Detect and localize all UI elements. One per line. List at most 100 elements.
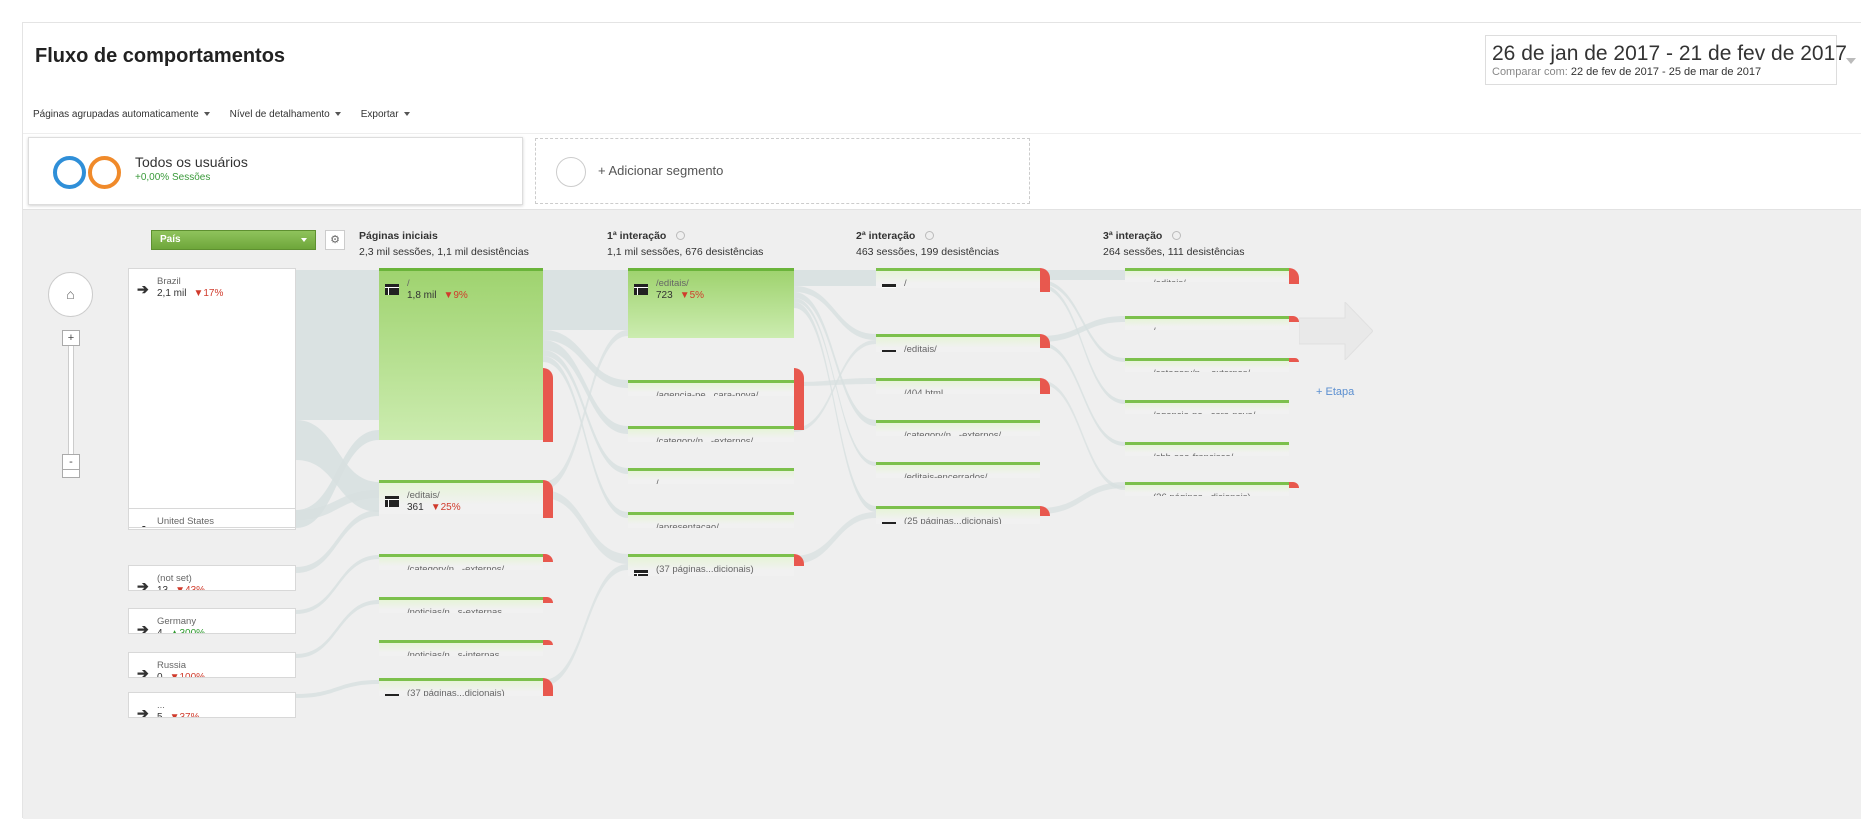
info-icon[interactable]	[1172, 231, 1182, 240]
chevron-down-icon[interactable]	[1846, 58, 1856, 64]
page-node[interactable]: (37 páginas...dicionais)250▼25%	[628, 554, 794, 576]
page-icon	[634, 570, 648, 576]
chevron-down-icon	[203, 112, 210, 116]
page-title: Fluxo de comportamentos	[35, 45, 286, 67]
node-name: /cbh-sao-francisco/	[1153, 452, 1233, 456]
node-name: /noticias/n...s-externas	[407, 607, 503, 613]
page-node[interactable]: /232▼13%	[876, 268, 1040, 288]
page-node[interactable]: /editais/98▼18%	[1125, 268, 1289, 282]
node-name: /agencia-pe...cara-nova/	[656, 390, 759, 396]
column-title: 3ª interação	[1103, 230, 1244, 242]
segment-ring-icon	[53, 156, 86, 189]
node-sessions: 1,8 mil	[407, 290, 437, 301]
info-icon[interactable]	[676, 231, 686, 240]
next-step-arrow-icon[interactable]	[1299, 302, 1373, 360]
page-node[interactable]: (25 páginas...dicionais)72▼41%	[876, 506, 1040, 524]
drop-off-icon[interactable]	[794, 368, 804, 430]
grouping-label: Páginas agrupadas automaticamente	[33, 108, 199, 120]
node-sessions: 723	[656, 290, 673, 301]
node-value: 1,8 mil ▼9%	[407, 290, 468, 301]
flow-link	[794, 512, 876, 564]
drop-off-icon[interactable]	[794, 380, 804, 384]
grouping-menu[interactable]: Páginas agrupadas automaticamente	[33, 103, 210, 125]
page-node[interactable]: /apresentacao/30▼38%	[628, 512, 794, 528]
source-node[interactable]: ➔ Germany 4 ▲300%	[128, 608, 296, 634]
source-node[interactable]: ➔... 5 ▼37%	[128, 692, 296, 718]
node-name: (37 páginas...dicionais)	[656, 564, 754, 575]
page-node[interactable]: /editais-encerrados/14▼30%	[876, 462, 1040, 478]
node-name: /	[656, 478, 659, 484]
source-node[interactable]: ➔ (not set) 13 ▼43%	[128, 565, 296, 591]
page-icon	[385, 284, 399, 295]
drop-off-icon[interactable]	[543, 640, 553, 645]
page-node[interactable]: /agencia-pe...cara-nova/51▲59%	[628, 380, 794, 396]
drop-off-icon[interactable]	[794, 426, 804, 430]
node-name: (not set)	[157, 573, 192, 584]
zoom-out-button[interactable]: -	[62, 454, 80, 470]
page-node[interactable]: /category/n...-externos/18▼28%	[1125, 358, 1289, 372]
page-node[interactable]: (37 páginas...dicionais)93▼45%	[379, 678, 543, 696]
column-title: Páginas iniciais	[359, 230, 438, 242]
detail-level-menu[interactable]: Nível de detalhamento	[230, 103, 341, 125]
page-node[interactable]: /category/n...-externos/15▲7%	[379, 554, 543, 570]
source-arrow-icon: ➔	[137, 578, 149, 591]
add-step-link[interactable]: + Etapa	[1316, 386, 1354, 398]
page-node[interactable]: /agencia-pe...cara-nova/14▲7%	[1125, 400, 1289, 414]
export-menu[interactable]: Exportar	[361, 103, 410, 125]
segment-name: Todos os usuários	[135, 154, 248, 170]
page-node[interactable]: /category/n...-externos/40	[876, 420, 1040, 436]
page-icon	[634, 284, 648, 295]
date-range-text: 26 de jan de 2017 - 21 de fev de 2017	[1492, 42, 1847, 65]
page-node[interactable]: /cbh-sao-francisco/7▼53%	[1125, 442, 1289, 456]
page-node[interactable]: (36 páginas...dicionais)99▼5%	[1125, 482, 1289, 496]
page-node[interactable]: /editais/723 ▼5%	[628, 268, 794, 338]
node-name: Russia	[157, 660, 187, 671]
node-sessions: 2,1 mil	[157, 288, 187, 299]
page-node[interactable]: /editais/62▼28%	[876, 334, 1040, 352]
page-node[interactable]: /noticias/n...s-internas6▼81%	[379, 640, 543, 656]
node-name: /agencia-pe...cara-nova/	[1153, 410, 1255, 414]
page-node[interactable]: /404.html43▲377%	[876, 378, 1040, 394]
drop-off-icon[interactable]	[543, 480, 553, 518]
gear-icon[interactable]: ⚙	[325, 230, 345, 250]
source-node[interactable]: ➔United States171▲30%	[128, 508, 296, 528]
node-value: 723 ▼5%	[656, 290, 704, 301]
node-change: ▼9%	[443, 290, 468, 301]
zoom-in-button[interactable]: +	[62, 330, 80, 346]
page-node[interactable]: /editais/361 ▼25%	[379, 480, 543, 514]
node-value: 0 ▼100%	[157, 672, 205, 677]
flow-link	[296, 270, 379, 420]
page-icon	[882, 522, 896, 524]
date-range-picker[interactable]: 26 de jan de 2017 - 21 de fev de 2017 Co…	[1485, 35, 1856, 85]
node-change: ▼25%	[430, 502, 461, 513]
flow-canvas[interactable]: ⌂ + - País ⚙ Páginas iniciais 2,3 mil ses…	[23, 209, 1861, 819]
compare-range-text: Comparar com: 22 de fev de 2017 - 25 de …	[1492, 66, 1761, 78]
page-node[interactable]: /category/n...-externos/50▼51%	[628, 426, 794, 442]
segment-all-users[interactable]: Todos os usuários +0,00% Sessões	[28, 137, 523, 205]
page-node[interactable]: /noticias/n...s-externas9▼35%	[379, 597, 543, 613]
source-node[interactable]: ➔ Brazil 2,1 mil ▼17%	[128, 268, 296, 530]
add-segment-button[interactable]: + Adicionar segmento	[535, 138, 1030, 204]
node-name: (25 páginas...dicionais)	[904, 516, 1002, 524]
node-value: 2,1 mil ▼17%	[157, 288, 223, 299]
node-name: United States	[157, 516, 215, 527]
source-arrow-icon: ➔	[137, 521, 149, 527]
source-arrow-icon: ➔	[137, 665, 149, 678]
home-icon[interactable]: ⌂	[48, 272, 93, 317]
segment-sessions-change: +0,00% Sessões	[135, 172, 211, 183]
page-node[interactable]: /1,8 mil ▼9%	[379, 268, 543, 440]
node-name: /editais-encerrados/	[904, 472, 988, 478]
drop-off-icon[interactable]	[543, 368, 553, 442]
info-icon[interactable]	[925, 231, 935, 240]
drop-off-icon[interactable]	[1289, 358, 1299, 362]
dimension-select[interactable]: País	[151, 230, 316, 250]
node-name: /category/n...-externos/	[656, 436, 754, 442]
node-name: (37 páginas...dicionais)	[407, 688, 505, 696]
flow-link	[543, 564, 628, 686]
page-icon	[385, 694, 399, 696]
page-node[interactable]: /28▼3%	[1125, 316, 1289, 330]
page-icon	[385, 496, 399, 507]
node-name: ...	[157, 700, 165, 711]
page-node[interactable]: /35▼43%	[628, 468, 794, 484]
source-node[interactable]: ➔ Russia 0 ▼100%	[128, 652, 296, 678]
